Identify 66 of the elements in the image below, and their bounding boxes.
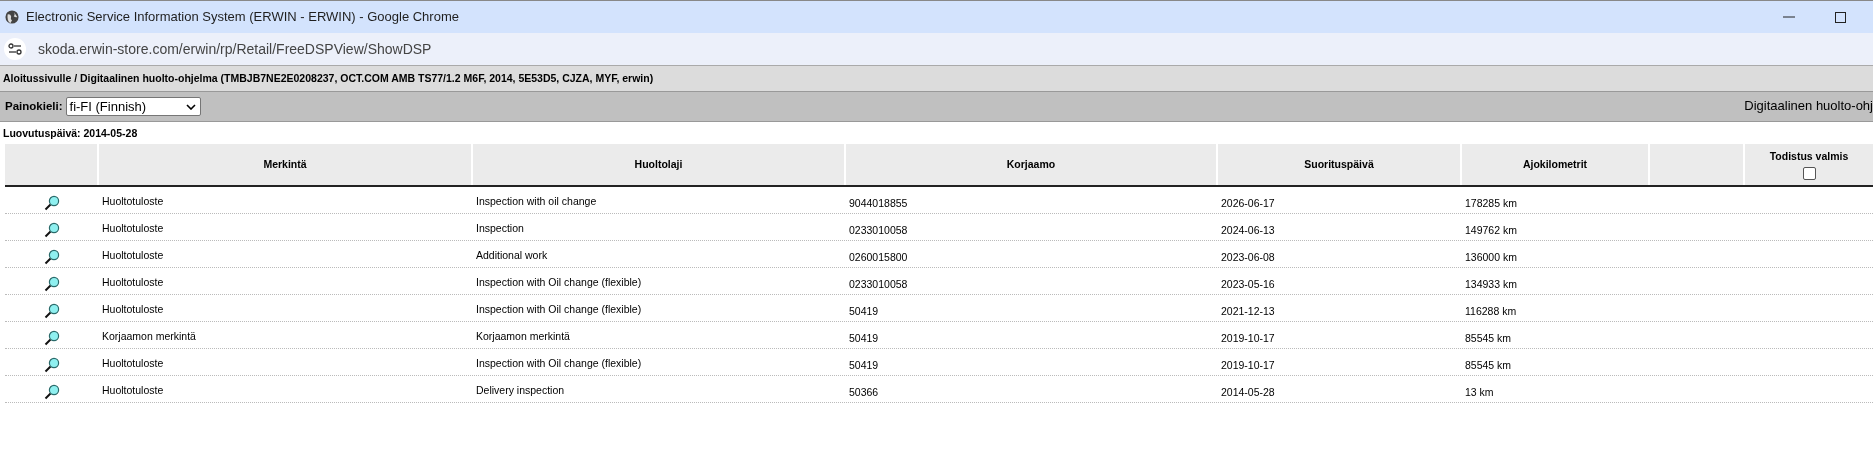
table-cell: Additional work xyxy=(476,248,548,261)
table-cell: 2026-06-17 xyxy=(1221,197,1275,209)
language-dropdown[interactable]: fi-FI (Finnish) xyxy=(65,97,201,116)
table-cell: Inspection with Oil change (flexible) xyxy=(476,302,642,315)
table-cell: Korjaamon merkintä xyxy=(102,329,196,342)
column-header: Merkintä xyxy=(99,144,473,185)
breadcrumb: Aloitussivulle / Digitaalinen huolto-ohjelma (TMBJB7NE2E0208237, OCT.COM AMB TS77/1.2 M6F, 2014, 5E53D5, CJZA, MYF, erwin) xyxy=(3,70,654,86)
table-cell: 134933 km xyxy=(1465,278,1517,290)
certificate-checkbox[interactable] xyxy=(1802,167,1816,181)
table-cell: Huoltotuloste xyxy=(102,275,164,288)
column-header: Korjaamo xyxy=(846,144,1218,185)
magnifier-icon[interactable] xyxy=(44,194,60,211)
table-cell: Delivery inspection xyxy=(476,383,565,396)
language-label: Painokieli: xyxy=(5,98,63,114)
table-cell: 2014-05-28 xyxy=(1221,386,1275,398)
magnifier-icon[interactable] xyxy=(44,275,60,292)
window-title: Electronic Service Information System (ERWIN - ERWIN) - Google Chrome xyxy=(26,8,459,27)
table-cell: 0233010058 xyxy=(849,278,908,290)
table-cell: 136000 km xyxy=(1465,251,1517,263)
table-cell: 2023-05-16 xyxy=(1221,278,1275,290)
table-cell: 50419 xyxy=(849,359,879,371)
table-cell: Huoltotuloste xyxy=(102,383,164,396)
table-cell: 0233010058 xyxy=(849,224,908,236)
table-cell: 13 km xyxy=(1465,386,1494,398)
table-cell: Huoltotuloste xyxy=(102,221,164,234)
table-cell: 9044018855 xyxy=(849,197,908,209)
table-cell: 2023-06-08 xyxy=(1221,251,1275,263)
table-cell: 178285 km xyxy=(1465,197,1517,209)
table-cell: Inspection with Oil change (flexible) xyxy=(476,275,642,288)
table-cell: 0260015800 xyxy=(849,251,908,263)
table-cell: Huoltotuloste xyxy=(102,302,164,315)
magnifier-icon[interactable] xyxy=(44,221,60,238)
caret-icon xyxy=(185,103,196,110)
table-cell: 85545 km xyxy=(1465,332,1512,344)
table-cell: Inspection xyxy=(476,221,524,234)
page-heading: Digitaalinen huolto-ohj xyxy=(1744,97,1873,115)
table-cell: 116288 km xyxy=(1465,305,1517,317)
column-header: Huoltolaji xyxy=(473,144,846,185)
magnifier-icon[interactable] xyxy=(44,248,60,265)
table-cell: 50419 xyxy=(849,332,879,344)
column-header: Ajokilometrit xyxy=(1462,144,1650,185)
table-cell: Huoltotuloste xyxy=(102,194,164,207)
table-cell: Huoltotuloste xyxy=(102,356,164,369)
table-cell: Inspection with Oil change (flexible) xyxy=(476,356,642,369)
column-header: Todistus valmis xyxy=(1769,148,1849,164)
magnifier-icon[interactable] xyxy=(44,356,60,373)
magnifier-icon[interactable] xyxy=(44,329,60,346)
table-cell: 2019-10-17 xyxy=(1221,359,1275,371)
table-cell: 2021-12-13 xyxy=(1221,305,1275,317)
magnifier-icon[interactable] xyxy=(44,302,60,319)
table-cell: Huoltotuloste xyxy=(102,248,164,261)
table-cell: 85545 km xyxy=(1465,359,1512,371)
table-cell: 50419 xyxy=(849,305,879,317)
table-cell: 2019-10-17 xyxy=(1221,332,1275,344)
globe-icon xyxy=(5,10,19,24)
column-header: Suorituspäivä xyxy=(1218,144,1462,185)
table-cell: Korjaamon merkintä xyxy=(476,329,570,342)
maximize-icon[interactable] xyxy=(1835,11,1846,23)
table-cell: 50366 xyxy=(849,386,879,398)
table-cell: 149762 km xyxy=(1465,224,1517,236)
address-bar-url[interactable]: skoda.erwin-store.com/erwin/rp/Retail/FreeDSPView/ShowDSP xyxy=(38,38,432,60)
site-settings-icon[interactable] xyxy=(4,38,26,60)
table-cell: Inspection with oil change xyxy=(476,194,597,207)
table-cell: 2024-06-13 xyxy=(1221,224,1275,236)
magnifier-icon[interactable] xyxy=(44,383,60,400)
delivery-date: Luovutuspäivä: 2014-05-28 xyxy=(3,125,138,141)
